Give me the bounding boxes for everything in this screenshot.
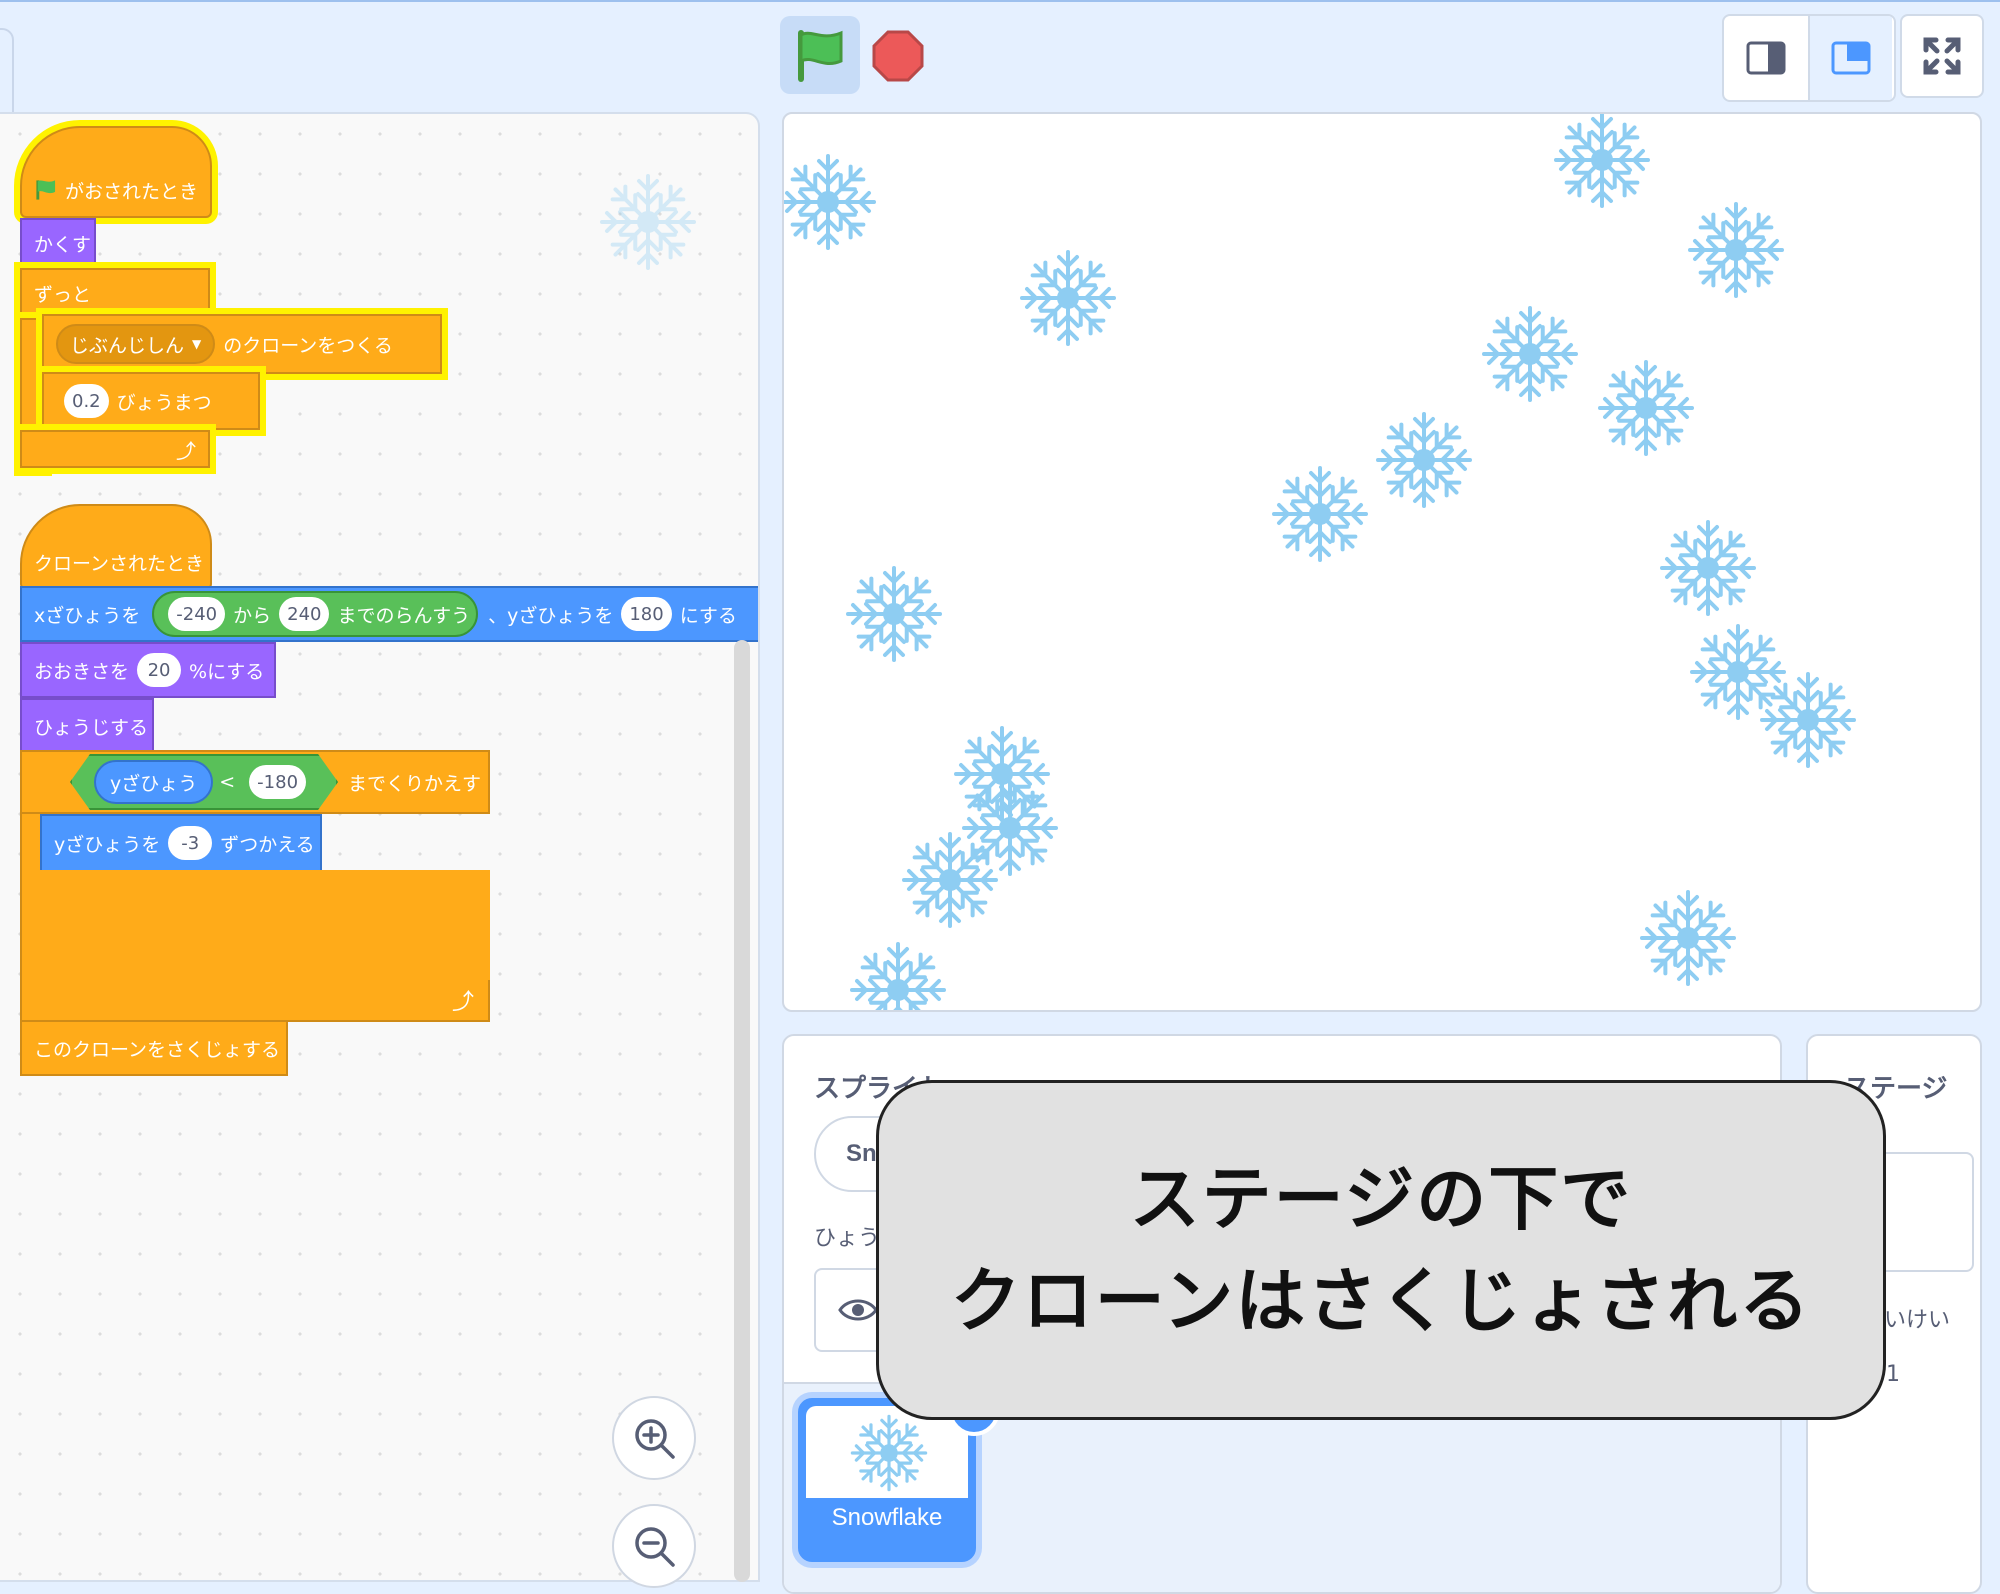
snowflake-clone-icon <box>1682 196 1790 304</box>
size-label: おおきさを <box>34 660 130 683</box>
snowflake-clone-icon <box>1754 666 1862 774</box>
goto-x-label: xざひょうを <box>34 604 141 627</box>
delete-clone-label: このクローンをさくじょする <box>34 1038 281 1061</box>
clone-hat-label: クローンされたとき <box>34 552 205 575</box>
goto-xy-block[interactable]: xざひょうを -240 から 240 までのらんすう 、yざひょうを 180 に… <box>20 586 758 642</box>
snowflake-clone-icon <box>1548 112 1656 214</box>
hide-label: かくす <box>34 233 92 256</box>
repeat-inner <box>42 870 490 980</box>
snowflake-icon <box>846 1410 932 1496</box>
workspace-scrollbar[interactable] <box>734 640 750 1582</box>
stage-canvas[interactable] <box>782 112 1982 1012</box>
clone-target-value: じぶんじしん <box>70 334 185 357</box>
show-label: ひょうじする <box>34 716 149 739</box>
random-from-input[interactable]: -240 <box>168 597 226 631</box>
snowflake-clone-icon <box>844 936 952 1012</box>
wait-label: びょうまつ <box>116 391 212 414</box>
zoom-in-icon <box>635 1419 675 1459</box>
green-flag-button[interactable] <box>780 16 860 94</box>
repeat-until-block[interactable]: yざひょう < -180 までくりかえす <box>20 750 490 814</box>
until-label: までくりかえす <box>348 772 482 795</box>
lt-symbol: < <box>219 771 236 793</box>
top-toolbar <box>0 0 2000 114</box>
show-label: ひょう <box>814 1226 881 1251</box>
normal-stage-button[interactable] <box>1808 16 1892 100</box>
size-end-label: %にする <box>189 660 265 683</box>
small-stage-icon <box>1746 41 1786 75</box>
callout-line-2: クローンはさくじょされる <box>950 1260 1812 1342</box>
less-than-block[interactable]: yざひょう < -180 <box>70 754 338 810</box>
loop-arrow-icon: ⤴ <box>176 438 196 463</box>
snowflake-clone-icon <box>1654 514 1762 622</box>
pick-random-block[interactable]: -240 から 240 までのらんすう <box>152 591 479 637</box>
normal-stage-icon <box>1831 41 1871 75</box>
random-end-label: までのらんすう <box>337 604 471 627</box>
sprite-name-value: Sn <box>846 1140 877 1167</box>
snowflake-clone-icon <box>1266 460 1374 568</box>
chevron-down-icon: ▼ <box>192 337 202 351</box>
eye-icon <box>838 1299 878 1321</box>
snowflake-clone-icon <box>1370 406 1478 514</box>
when-clone-starts-block[interactable]: クローンされたとき <box>20 504 212 590</box>
code-workspace[interactable]: がおされたとき かくす ずっと じぶんじしん ▼ のクローンをつくる 0.2 びょ… <box>0 112 760 1582</box>
green-flag-icon <box>798 30 843 82</box>
goto-end-label: にする <box>679 604 737 627</box>
snowflake-clone-icon <box>1476 300 1584 408</box>
snowflake-clone-icon <box>840 560 948 668</box>
sprite-watermark-snowflake-icon <box>586 160 710 284</box>
random-to-input[interactable]: 240 <box>279 597 330 631</box>
clone-target-dropdown[interactable]: じぶんじしん ▼ <box>56 324 216 364</box>
annotation-callout: ステージの下で クローンはさくじょされる <box>876 1080 1886 1420</box>
small-stage-button[interactable] <box>1724 16 1808 100</box>
hat-label: がおされたとき <box>64 180 198 203</box>
callout-line-1: ステージの下で <box>1129 1158 1633 1240</box>
zoom-in-button[interactable] <box>612 1396 696 1480</box>
zoom-out-icon <box>635 1527 675 1567</box>
stop-icon <box>872 30 924 82</box>
change-y-block[interactable]: yざひょうを -3 ずつかえる <box>40 814 322 872</box>
forever-block[interactable]: ずっと <box>20 268 210 318</box>
wait-block[interactable]: 0.2 びょうまつ <box>42 372 260 430</box>
snowflake-clone-icon <box>1634 884 1742 992</box>
set-size-block[interactable]: おおきさを 20 %にする <box>20 642 276 698</box>
delete-clone-block[interactable]: このクローンをさくじょする <box>20 1020 288 1076</box>
code-tab-edge[interactable] <box>0 28 14 116</box>
create-clone-label: のクローンをつくる <box>223 334 393 357</box>
fullscreen-icon <box>1923 37 1961 75</box>
create-clone-block[interactable]: じぶんじしん ▼ のクローンをつくる <box>42 314 442 374</box>
forever-footer: ⤴ <box>20 430 210 468</box>
until-input[interactable]: -180 <box>249 765 306 799</box>
goto-y-input[interactable]: 180 <box>621 597 672 631</box>
size-input[interactable]: 20 <box>137 653 182 687</box>
zoom-out-button[interactable] <box>612 1504 696 1588</box>
snowflake-clone-icon <box>1592 354 1700 462</box>
fullscreen-button[interactable] <box>1900 14 1984 98</box>
change-y-input[interactable]: -3 <box>168 826 213 860</box>
when-flag-clicked-block[interactable]: がおされたとき <box>20 126 212 218</box>
y-position-reporter[interactable]: yざひょう <box>94 760 213 804</box>
snowflake-clone-icon <box>896 826 1004 934</box>
change-y-end-label: ずつかえる <box>220 833 315 856</box>
backdrops-label: いけい <box>1884 1308 1951 1333</box>
backdrop-count: 1 <box>1886 1362 1900 1387</box>
snowflake-clone-icon <box>1014 244 1122 352</box>
loop-arrow-icon: ⤴ <box>452 990 475 1015</box>
change-y-label: yざひょうを <box>54 833 161 856</box>
y-position-label: yざひょう <box>110 772 198 795</box>
stop-button[interactable] <box>872 30 924 82</box>
random-mid-label: から <box>233 604 272 627</box>
forever-label: ずっと <box>34 283 92 306</box>
wait-input[interactable]: 0.2 <box>64 384 109 418</box>
snowflake-clone-icon <box>782 148 882 256</box>
sprite-name: Snowflake <box>831 1504 943 1531</box>
sprite-card-snowflake[interactable]: Snowflake × <box>798 1384 1000 1562</box>
green-flag-icon <box>36 180 56 200</box>
goto-y-label: 、yざひょうを <box>488 604 614 627</box>
show-block[interactable]: ひょうじする <box>20 698 154 754</box>
stage-size-toggle <box>1722 14 1896 102</box>
hide-block[interactable]: かくす <box>20 218 96 268</box>
